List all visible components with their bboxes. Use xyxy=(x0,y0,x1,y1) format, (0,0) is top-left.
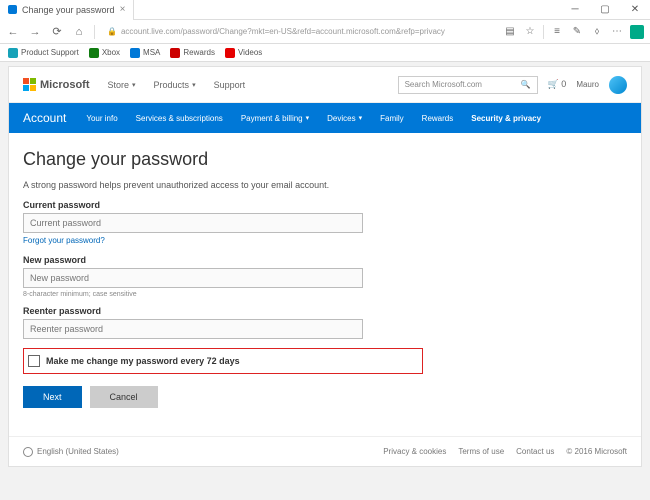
notes-icon[interactable]: ✎ xyxy=(570,25,584,39)
nav-your-info[interactable]: Your info xyxy=(86,114,117,123)
browser-toolbar: ← → ⟳ ⌂ 🔒 account.live.com/password/Chan… xyxy=(0,20,650,44)
reenter-password-input[interactable] xyxy=(23,319,363,339)
nav-services[interactable]: Services & subscriptions xyxy=(136,114,223,123)
locale-link[interactable]: English (United States) xyxy=(37,447,119,456)
browser-titlebar: Change your password × ─ ▢ ✕ xyxy=(0,0,650,20)
fav-videos[interactable]: Videos xyxy=(225,48,262,58)
search-icon[interactable]: 🔍 xyxy=(521,80,531,89)
nav-store[interactable]: Store▾ xyxy=(108,80,136,90)
close-window-button[interactable]: ✕ xyxy=(620,0,650,20)
user-name: Mauro xyxy=(576,80,599,89)
address-bar[interactable]: 🔒 account.live.com/password/Change?mkt=e… xyxy=(103,27,495,36)
nav-rewards[interactable]: Rewards xyxy=(422,114,454,123)
fav-xbox[interactable]: Xbox xyxy=(89,48,120,58)
page-title: Change your password xyxy=(23,149,627,170)
account-title: Account xyxy=(23,111,66,125)
chevron-down-icon: ▾ xyxy=(132,81,136,89)
reading-view-icon[interactable]: ▤ xyxy=(503,25,517,39)
tab-close-icon[interactable]: × xyxy=(120,4,126,15)
nav-devices[interactable]: Devices▾ xyxy=(327,114,362,123)
lock-icon: 🔒 xyxy=(107,27,117,36)
refresh-icon[interactable]: ⟳ xyxy=(50,25,64,39)
fav-product-support[interactable]: Product Support xyxy=(8,48,79,58)
tab-title: Change your password xyxy=(22,5,115,15)
chevron-down-icon: ▾ xyxy=(192,81,196,89)
nav-family[interactable]: Family xyxy=(380,114,404,123)
nav-payment[interactable]: Payment & billing▾ xyxy=(241,114,309,123)
page-subtitle: A strong password helps prevent unauthor… xyxy=(23,180,627,190)
hub-icon[interactable]: ≡ xyxy=(550,25,564,39)
account-nav: Account Your info Services & subscriptio… xyxy=(9,103,641,133)
nav-support[interactable]: Support xyxy=(214,80,246,90)
search-input[interactable]: Search Microsoft.com 🔍 xyxy=(398,76,538,94)
current-password-input[interactable] xyxy=(23,213,363,233)
globe-icon xyxy=(23,447,33,457)
password-hint: 8-character minimum; case sensitive xyxy=(23,291,627,298)
expiry-label: Make me change my password every 72 days xyxy=(46,356,240,366)
window-controls: ─ ▢ ✕ xyxy=(560,0,650,20)
microsoft-header: Microsoft Store▾ Products▾ Support Searc… xyxy=(9,67,641,103)
home-icon[interactable]: ⌂ xyxy=(72,25,86,39)
password-expiry-row: Make me change my password every 72 days xyxy=(23,348,423,374)
contact-link[interactable]: Contact us xyxy=(516,447,554,456)
forgot-password-link[interactable]: Forgot your password? xyxy=(23,236,627,245)
current-password-label: Current password xyxy=(23,200,627,210)
share-icon[interactable]: ⬨ xyxy=(590,25,604,39)
new-password-label: New password xyxy=(23,255,627,265)
back-icon[interactable]: ← xyxy=(6,25,20,39)
expiry-checkbox[interactable] xyxy=(28,355,40,367)
page-container: Microsoft Store▾ Products▾ Support Searc… xyxy=(8,66,642,467)
fav-msa[interactable]: MSA xyxy=(130,48,160,58)
favorites-bar: Product Support Xbox MSA Rewards Videos xyxy=(0,44,650,62)
url-text: account.live.com/password/Change?mkt=en-… xyxy=(121,27,445,36)
fav-rewards[interactable]: Rewards xyxy=(170,48,215,58)
favorite-icon[interactable]: ☆ xyxy=(523,25,537,39)
nav-security[interactable]: Security & privacy xyxy=(471,114,541,123)
reenter-password-label: Reenter password xyxy=(23,306,627,316)
terms-link[interactable]: Terms of use xyxy=(458,447,504,456)
extension-icon[interactable] xyxy=(630,25,644,39)
cancel-button[interactable]: Cancel xyxy=(90,386,158,408)
maximize-button[interactable]: ▢ xyxy=(590,0,620,20)
forward-icon[interactable]: → xyxy=(28,25,42,39)
more-icon[interactable]: ⋯ xyxy=(610,25,624,39)
chevron-down-icon: ▾ xyxy=(359,114,363,122)
user-avatar[interactable] xyxy=(609,76,627,94)
copyright: © 2016 Microsoft xyxy=(566,447,627,456)
logo-icon xyxy=(23,78,36,91)
next-button[interactable]: Next xyxy=(23,386,82,408)
tab-favicon xyxy=(8,5,17,14)
form-body: Change your password A strong password h… xyxy=(9,133,641,418)
nav-products[interactable]: Products▾ xyxy=(154,80,196,90)
minimize-button[interactable]: ─ xyxy=(560,0,590,20)
browser-tab[interactable]: Change your password × xyxy=(0,0,134,20)
cart-button[interactable]: 🛒 0 xyxy=(548,79,567,90)
new-password-input[interactable] xyxy=(23,268,363,288)
chevron-down-icon: ▾ xyxy=(306,114,310,122)
page-footer: English (United States) Privacy & cookie… xyxy=(9,436,641,466)
privacy-link[interactable]: Privacy & cookies xyxy=(383,447,446,456)
microsoft-logo[interactable]: Microsoft xyxy=(23,78,90,91)
